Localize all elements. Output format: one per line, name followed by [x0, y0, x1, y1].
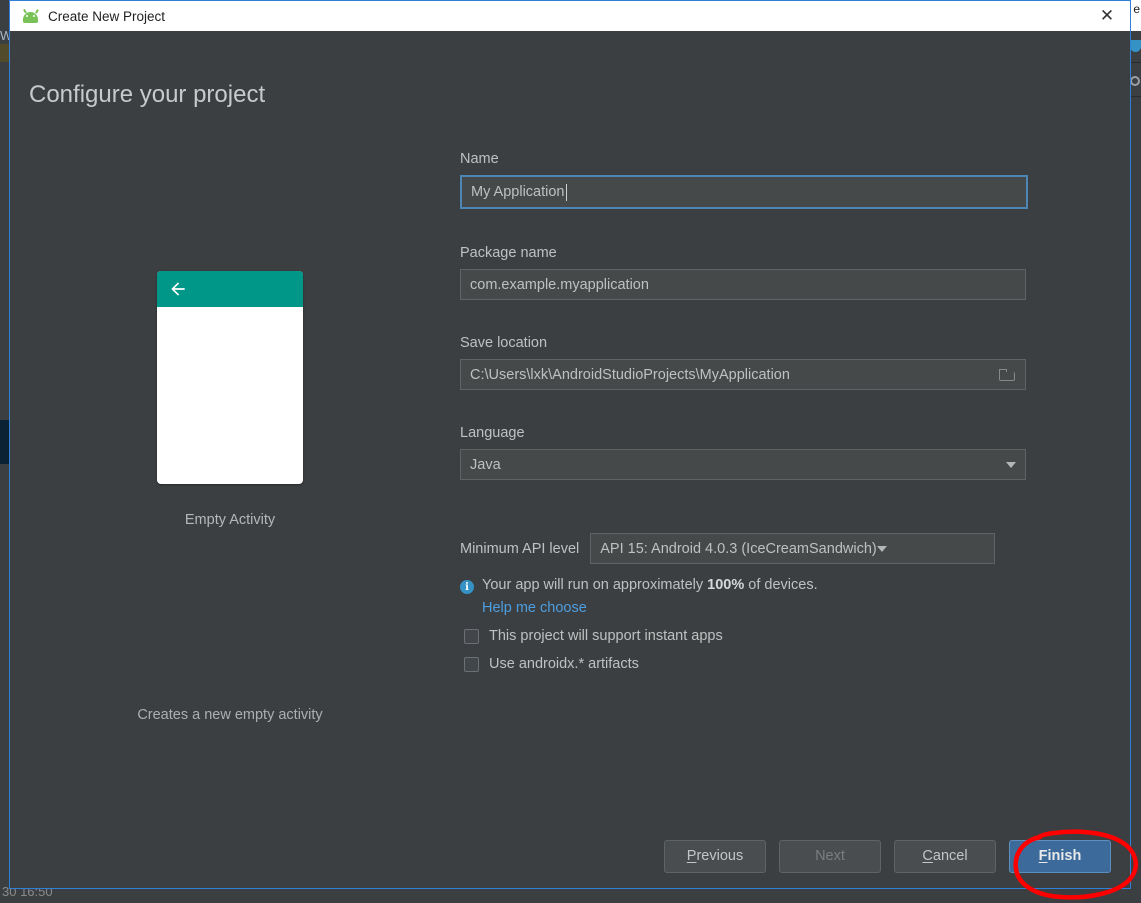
cancel-mnemonic: C — [922, 848, 933, 864]
window-title: Create New Project — [48, 8, 166, 24]
save-location-label: Save location — [460, 335, 548, 351]
dialog-title-bar: Create New Project ✕ — [10, 1, 1130, 31]
preview-app-bar — [157, 271, 303, 307]
help-me-choose-link[interactable]: Help me choose — [482, 600, 1026, 616]
gear-icon — [1130, 76, 1140, 86]
next-button-label: Next — [815, 848, 845, 864]
cancel-button[interactable]: Cancel — [894, 839, 996, 873]
android-robot-icon — [22, 8, 39, 23]
backdrop-blue-icon — [1130, 40, 1141, 52]
min-api-row: Minimum API level API 15: Android 4.0.3 … — [460, 533, 1026, 564]
finish-button-label: inish — [1047, 848, 1082, 864]
package-name-input[interactable]: com.example.myapplication — [460, 269, 1026, 300]
dialog-body: Configure your project Empty Activity Cr… — [10, 31, 1130, 888]
coverage-suffix: of devices. — [744, 577, 818, 593]
backdrop-left-strip — [0, 30, 9, 903]
text-caret — [565, 183, 567, 201]
checkbox-androidx-box[interactable] — [464, 656, 479, 672]
folder-icon[interactable] — [999, 368, 1016, 381]
language-value: Java — [470, 456, 501, 473]
save-location-value: C:\Users\lxk\AndroidStudioProjects\MyApp… — [470, 366, 790, 383]
field-save-location: Save location C:\Users\lxk\AndroidStudio… — [460, 335, 1026, 390]
finish-button[interactable]: Finish — [1009, 839, 1111, 873]
back-arrow-icon — [171, 282, 185, 296]
device-coverage-info: i Your app will run on approximately 100… — [460, 577, 1026, 594]
page-title: Configure your project — [29, 81, 266, 108]
save-location-input[interactable]: C:\Users\lxk\AndroidStudioProjects\MyApp… — [460, 359, 1026, 390]
create-new-project-dialog: Create New Project ✕ Configure your proj… — [9, 0, 1131, 889]
activity-preview-thumbnail — [157, 271, 303, 484]
info-icon: i — [460, 580, 474, 594]
chevron-down-icon[interactable] — [876, 545, 887, 552]
coverage-prefix: Your app will run on approximately — [482, 577, 708, 593]
backdrop-divider — [1130, 62, 1141, 63]
min-api-label: Minimum API level — [460, 540, 580, 557]
checkbox-instant-apps[interactable]: This project will support instant apps — [464, 628, 1026, 644]
checkbox-instant-apps-box[interactable] — [464, 628, 479, 644]
field-package-name: Package name com.example.myapplication — [460, 245, 1026, 300]
checkbox-androidx[interactable]: Use androidx.* artifacts — [464, 656, 1026, 672]
package-name-value: com.example.myapplication — [470, 276, 649, 293]
backdrop-divider — [1130, 96, 1141, 97]
checkbox-instant-apps-label: This project will support instant apps — [489, 628, 723, 644]
previous-button-label: revious — [696, 848, 744, 864]
package-name-label: Package name — [460, 245, 557, 261]
name-input-value: My Application — [471, 184, 565, 200]
min-api-value: API 15: Android 4.0.3 (IceCreamSandwich) — [600, 540, 877, 557]
template-description: Creates a new empty activity — [137, 707, 323, 723]
min-api-select[interactable]: API 15: Android 4.0.3 (IceCreamSandwich) — [590, 533, 996, 564]
language-label: Language — [460, 425, 525, 441]
backdrop-right-text-fragment: e — [1133, 2, 1140, 16]
coverage-percent: 100% — [707, 577, 745, 593]
backdrop-olive-strip — [0, 44, 9, 62]
backdrop-navy-strip — [0, 420, 9, 464]
cancel-button-label: ancel — [932, 848, 968, 864]
field-min-api: Minimum API level API 15: Android 4.0.3 … — [460, 533, 1026, 672]
name-label: Name — [460, 151, 499, 167]
next-button: Next — [779, 839, 881, 873]
close-icon[interactable]: ✕ — [1084, 1, 1130, 31]
previous-mnemonic: P — [686, 848, 697, 864]
chevron-down-icon[interactable] — [1006, 461, 1016, 468]
name-input[interactable]: My Application — [460, 175, 1028, 209]
field-name: Name My Application — [460, 151, 1028, 209]
checkbox-androidx-label: Use androidx.* artifacts — [489, 656, 639, 672]
field-language: Language Java — [460, 425, 1026, 480]
dialog-footer: Previous Next Cancel Finish — [10, 824, 1130, 888]
template-name-label: Empty Activity — [184, 512, 276, 528]
device-coverage-text: Your app will run on approximately 100% … — [482, 577, 818, 593]
finish-mnemonic: F — [1038, 848, 1048, 864]
language-select[interactable]: Java — [460, 449, 1026, 480]
previous-button[interactable]: Previous — [664, 839, 766, 873]
backdrop-right-toolbar: e — [1130, 0, 1141, 903]
template-preview: Empty Activity — [10, 271, 450, 528]
